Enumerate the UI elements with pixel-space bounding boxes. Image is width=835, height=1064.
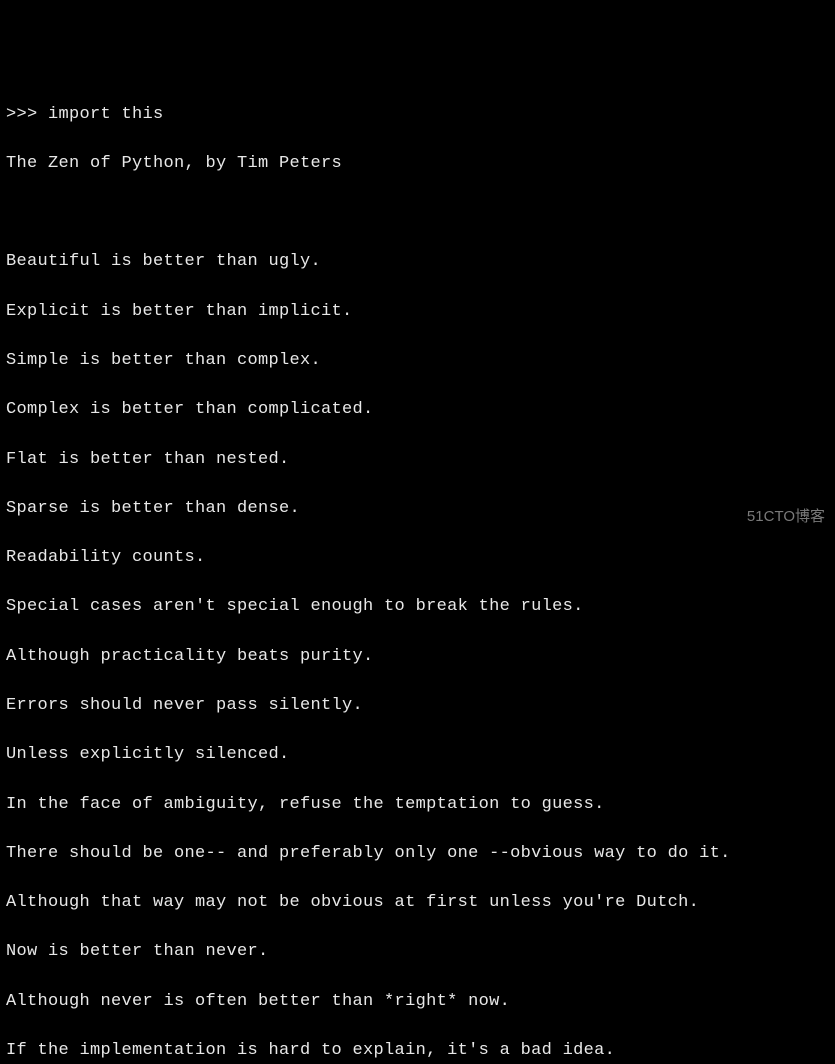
- watermark: 51CTO博客: [747, 506, 825, 528]
- blank-line: [6, 201, 829, 226]
- output-line: There should be one-- and preferably onl…: [6, 842, 829, 867]
- prompt-symbol: >>>: [6, 105, 48, 124]
- output-line: Simple is better than complex.: [6, 349, 829, 374]
- output-line: Although practicality beats purity.: [6, 645, 829, 670]
- output-line: Explicit is better than implicit.: [6, 300, 829, 325]
- output-line: Complex is better than complicated.: [6, 398, 829, 423]
- output-line: In the face of ambiguity, refuse the tem…: [6, 793, 829, 818]
- output-line: Errors should never pass silently.: [6, 694, 829, 719]
- output-line: Sparse is better than dense.: [6, 497, 829, 522]
- output-line: Special cases aren't special enough to b…: [6, 595, 829, 620]
- output-line: If the implementation is hard to explain…: [6, 1039, 829, 1064]
- command-input[interactable]: import this: [48, 105, 164, 124]
- output-title: The Zen of Python, by Tim Peters: [6, 152, 829, 177]
- output-line: Although never is often better than *rig…: [6, 990, 829, 1015]
- output-line: Flat is better than nested.: [6, 448, 829, 473]
- prompt-line[interactable]: >>> import this: [6, 103, 829, 128]
- output-line: Although that way may not be obvious at …: [6, 891, 829, 916]
- output-line: Beautiful is better than ugly.: [6, 250, 829, 275]
- output-line: Readability counts.: [6, 546, 829, 571]
- output-line: Now is better than never.: [6, 940, 829, 965]
- output-line: Unless explicitly silenced.: [6, 743, 829, 768]
